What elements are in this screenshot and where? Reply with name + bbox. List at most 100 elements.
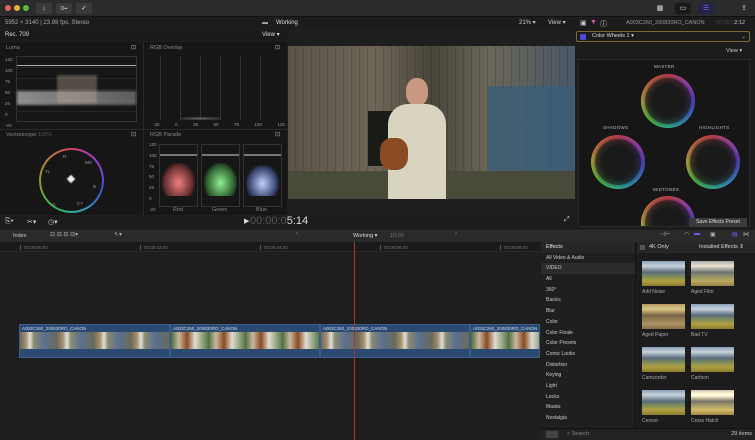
- effects-category[interactable]: All Video & Audio: [541, 253, 635, 264]
- effect-item[interactable]: Cartoon: [691, 347, 734, 381]
- import-button[interactable]: ↓: [36, 3, 52, 14]
- scope-settings-icon[interactable]: ⊡: [131, 131, 136, 138]
- timeline-clip[interactable]: A003C260_200830RO_CANON: [320, 324, 470, 358]
- timeline-clip[interactable]: A003C260_200830RO_CANON: [470, 324, 540, 358]
- timeline-ruler[interactable]: 00:00:00:00 00:00:02:00 00:00:04:00 00:0…: [0, 242, 540, 252]
- headphones-icon[interactable]: ◠: [684, 231, 689, 238]
- effects-category[interactable]: Blur: [541, 306, 635, 317]
- keyword-button[interactable]: O━: [56, 3, 72, 14]
- scopes-view-menu[interactable]: View ▾: [262, 30, 280, 41]
- info-inspector-tab[interactable]: ⓘ: [600, 19, 607, 29]
- project-menu[interactable]: Working ▾: [353, 233, 377, 239]
- index-button[interactable]: Index: [13, 233, 26, 239]
- play-button[interactable]: ▶: [244, 217, 249, 225]
- effect-enabled-checkbox[interactable]: [580, 34, 586, 40]
- timeline-clip[interactable]: A003C260_200830RO_CANON: [19, 324, 170, 358]
- timeline-clip[interactable]: A003C260_200830RO_CANON: [170, 324, 320, 358]
- edit-buttons[interactable]: ⊟ ⊟ ⊟ ⊟▾: [50, 231, 78, 238]
- append-clip-icon[interactable]: ⎘▾: [5, 218, 14, 226]
- effects-category[interactable]: Masks: [541, 402, 635, 413]
- effect-thumbnail: [691, 261, 734, 286]
- save-effects-preset-button[interactable]: Save Effects Preset: [689, 218, 747, 227]
- effect-name: Add Noise: [642, 289, 666, 295]
- fullscreen-icon[interactable]: ⤢: [564, 216, 570, 224]
- effects-category[interactable]: Looks: [541, 392, 635, 403]
- midtones-wheel[interactable]: [641, 196, 695, 226]
- effect-thumbnail: [691, 304, 734, 329]
- effect-name-dropdown[interactable]: Color Wheels 1 ▾: [592, 33, 634, 39]
- effects-category[interactable]: Light: [541, 381, 635, 392]
- snapping-icon[interactable]: ▬: [694, 231, 700, 237]
- effect-name: Cartoon: [691, 375, 709, 381]
- effect-thumbnail: [642, 347, 685, 372]
- transitions-icon[interactable]: ⋈: [743, 231, 749, 238]
- libraries-toggle[interactable]: ▦: [652, 3, 668, 14]
- inspector-toggle[interactable]: ☰: [698, 3, 714, 14]
- effects-category[interactable]: Color Finale: [541, 328, 635, 339]
- retime-icon[interactable]: ◷▾: [48, 218, 58, 226]
- effects-category[interactable]: Nostalgia: [541, 413, 635, 424]
- back-arrow-icon[interactable]: ‹: [296, 231, 298, 237]
- color-effect-selector[interactable]: Color Wheels 1 ▾ ⌄: [576, 31, 750, 42]
- effect-thumbnail: [642, 261, 685, 286]
- scope-settings-icon[interactable]: ⊡: [275, 44, 280, 51]
- skimming-icon[interactable]: ⊣⊢: [660, 231, 670, 238]
- wheel-label-shadows: SHADOWS: [603, 125, 629, 130]
- zoom-button[interactable]: [23, 5, 29, 11]
- background-tasks-button[interactable]: ✓: [76, 3, 92, 14]
- installed-effects-dropdown[interactable]: Installed Effects ⇕: [699, 244, 744, 250]
- rgb-parade-title: RGB Parade: [150, 132, 182, 138]
- effects-category[interactable]: All: [541, 274, 635, 285]
- effect-item[interactable]: Censor: [642, 390, 685, 424]
- effect-item[interactable]: Camcorder: [642, 347, 685, 381]
- transform-icon[interactable]: ✂▾: [27, 218, 36, 226]
- video-frame[interactable]: [288, 46, 575, 199]
- timeline-toggle[interactable]: ▭: [675, 3, 691, 14]
- effects-category[interactable]: Comic Looks: [541, 349, 635, 360]
- scope-settings-icon[interactable]: ⊡: [275, 131, 280, 138]
- effects-search-input[interactable]: ⌕ Search: [567, 431, 589, 438]
- effects-category[interactable]: Basics: [541, 295, 635, 306]
- clip-appearance-icon[interactable]: ▣: [710, 231, 716, 238]
- 4k-only-checkbox[interactable]: [640, 245, 645, 250]
- video-inspector-tab[interactable]: ▣: [580, 19, 587, 27]
- color-inspector-tab[interactable]: ▼: [590, 19, 597, 26]
- effects-category[interactable]: VIDEO: [541, 263, 635, 275]
- effect-name: Aged Paper: [642, 332, 669, 338]
- effects-category[interactable]: Keying: [541, 370, 635, 381]
- parade-scale: 120 100 75 50 25 0 -20: [149, 142, 157, 212]
- playhead[interactable]: [354, 242, 355, 440]
- effect-name: Cross Hatch: [691, 418, 719, 424]
- zoom-level-dropdown[interactable]: 21% ▾: [519, 18, 536, 29]
- timecode-display[interactable]: 00:00:05:14: [250, 215, 308, 228]
- luma-scale: 120 100 75 50 25 0 -20: [5, 57, 13, 128]
- close-button[interactable]: [5, 5, 11, 11]
- wheel-label-midtones: MIDTONES: [653, 187, 680, 192]
- effect-item[interactable]: Aged Paper: [642, 304, 685, 338]
- effects-category[interactable]: Color: [541, 317, 635, 328]
- project-duration: 10:00: [390, 233, 404, 239]
- effect-item[interactable]: Cross Hatch: [691, 390, 734, 424]
- scope-settings-icon[interactable]: ⊡: [131, 44, 136, 51]
- select-tool-icon[interactable]: ↖▾: [114, 231, 122, 238]
- toolbar: ↓ O━ ✓ ▦ ▭ ☰ ⇪: [0, 0, 755, 17]
- effects-footer: ⌕ Search 29 items: [541, 428, 755, 440]
- effect-item[interactable]: Add Noise: [642, 261, 685, 295]
- chevron-down-icon[interactable]: ⌄: [741, 33, 746, 40]
- master-wheel[interactable]: [641, 74, 695, 128]
- sidebar-toggle-icon[interactable]: [546, 431, 558, 438]
- highlights-wheel[interactable]: [686, 135, 740, 189]
- effect-item[interactable]: Bad TV: [691, 304, 734, 338]
- effects-category[interactable]: 360°: [541, 285, 635, 296]
- minimize-button[interactable]: [14, 5, 20, 11]
- share-button[interactable]: ⇪: [736, 3, 752, 14]
- viewer-view-menu[interactable]: View ▾: [548, 18, 566, 29]
- inspector-view-menu[interactable]: View ▾: [726, 48, 742, 54]
- effects-category[interactable]: Distortion: [541, 360, 635, 371]
- shadows-wheel[interactable]: [591, 135, 645, 189]
- forward-arrow-icon[interactable]: ›: [455, 231, 457, 237]
- effects-category[interactable]: Color Presets: [541, 338, 635, 349]
- effects-browser-icon[interactable]: ▤: [732, 231, 738, 238]
- effect-thumbnail: [642, 304, 685, 329]
- effect-item[interactable]: Aged Film: [691, 261, 734, 295]
